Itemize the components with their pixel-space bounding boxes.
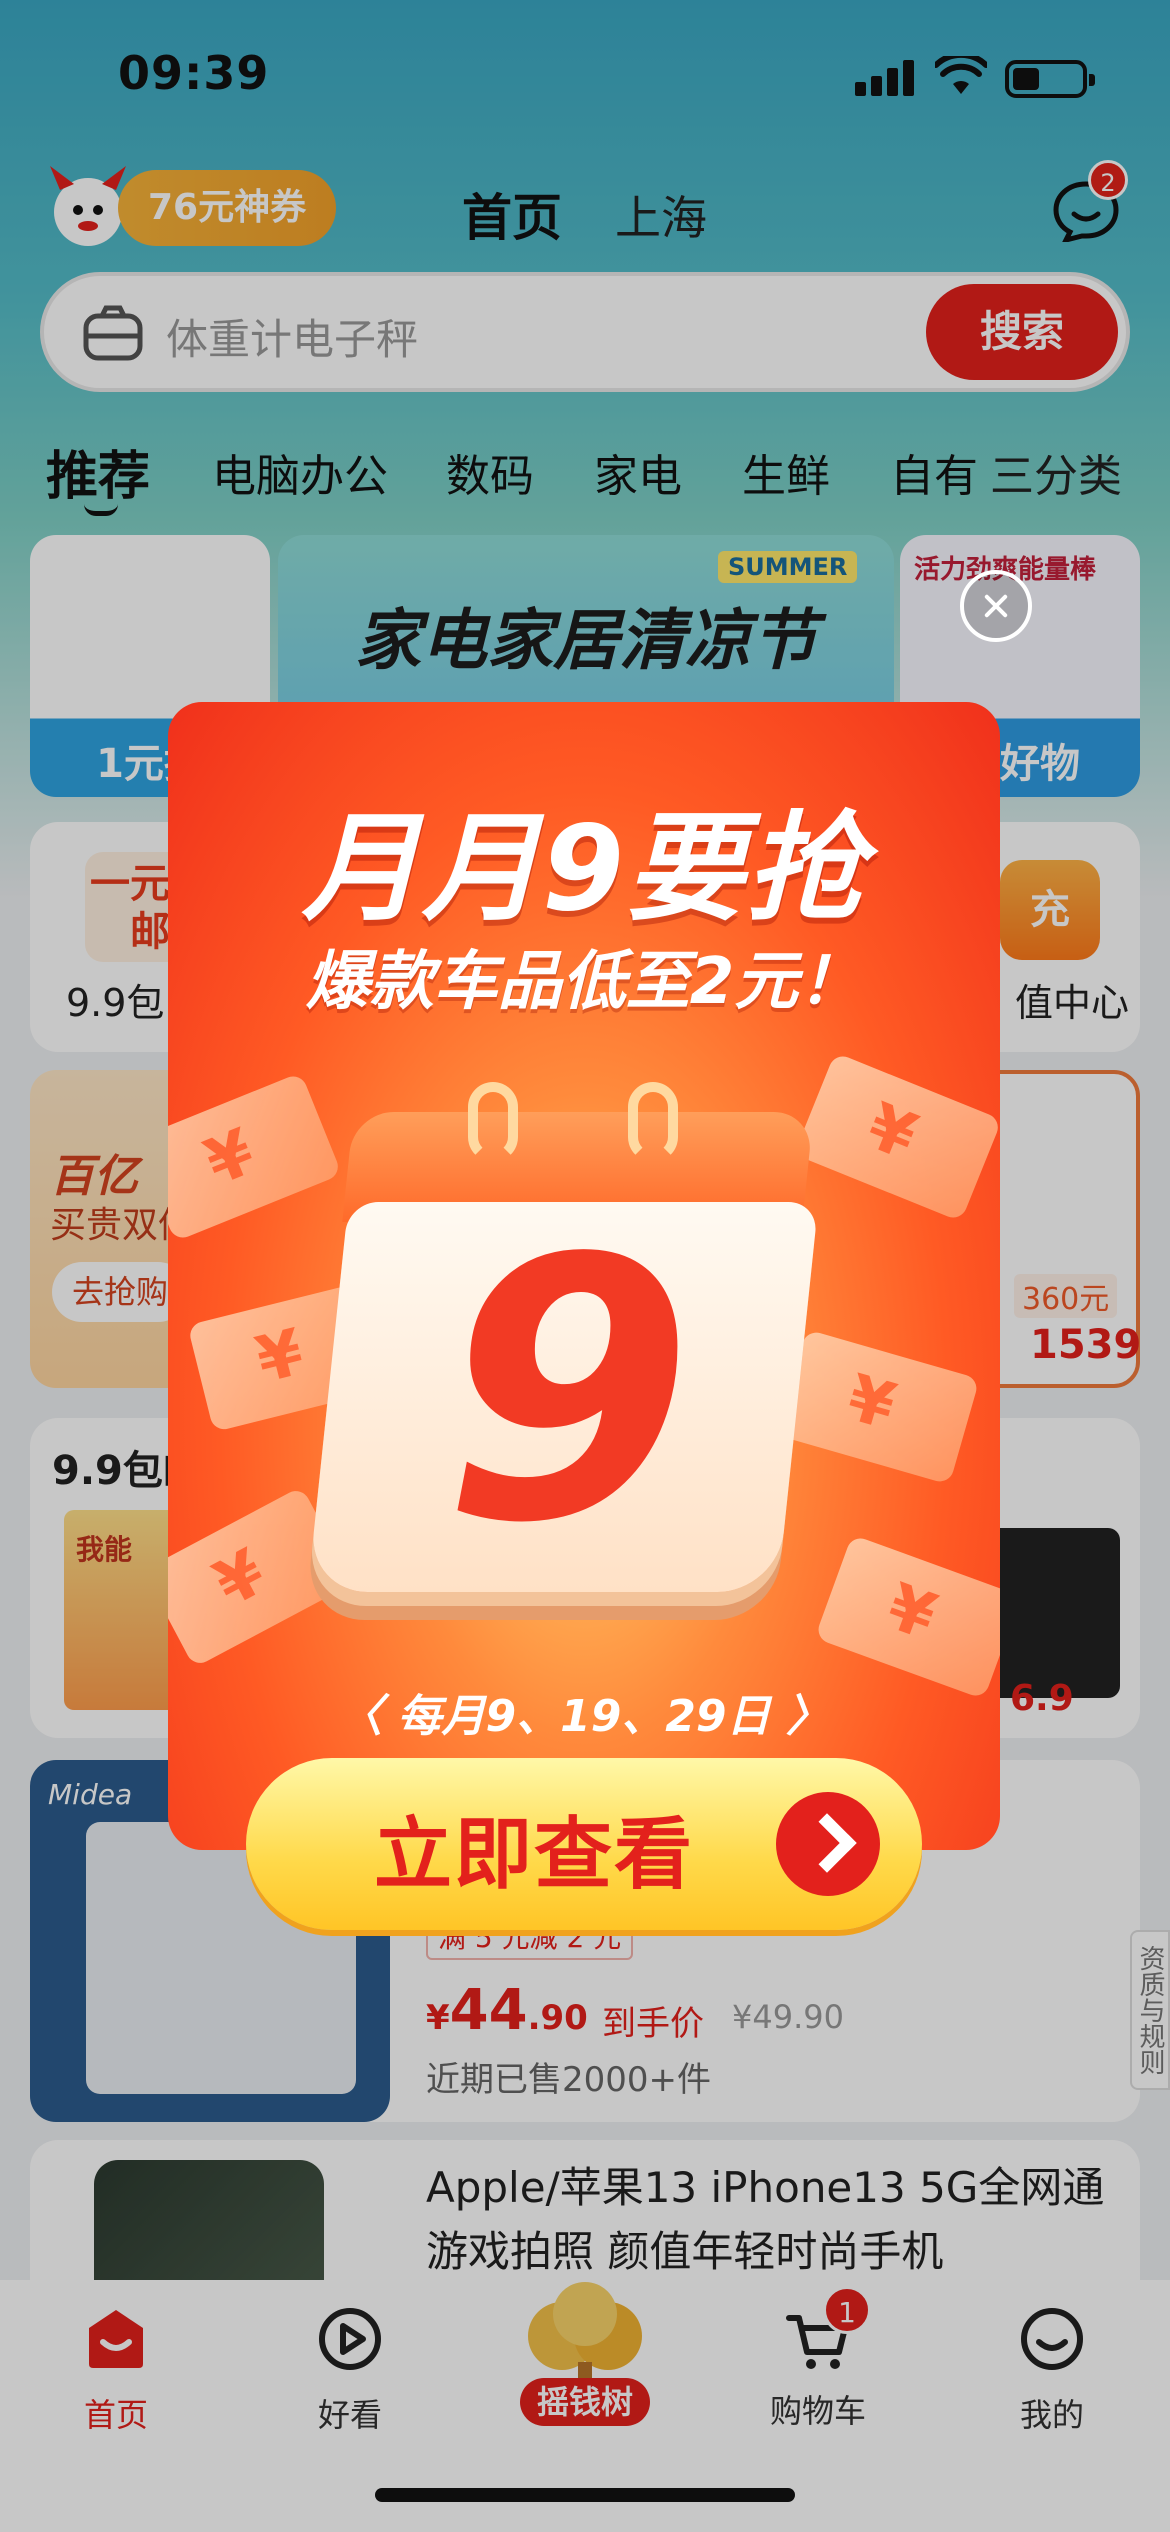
arrow-right-icon xyxy=(776,1792,880,1896)
popup-subtitle: 爆款车品低至2元！ xyxy=(305,945,863,1019)
coupon-ticket-decoration: ¥ xyxy=(814,1534,1000,1700)
calendar-ring xyxy=(628,1082,678,1162)
popup-title: 月月9要抢 xyxy=(301,799,867,937)
popup-dates: 〈 每月9、19、29日 〉 xyxy=(338,1691,830,1742)
calendar-illustration: 9 xyxy=(307,1062,828,1602)
coupon-ticket-decoration: ¥ xyxy=(168,1072,343,1242)
promo-popup[interactable]: 月月9要抢 爆款车品低至2元！ ¥ ¥ ¥ ¥ ¥ ¥ 9 〈 每月9、19、2… xyxy=(168,702,1000,1850)
calendar-ring xyxy=(468,1082,518,1162)
view-now-button[interactable]: 立即查看 xyxy=(246,1758,922,1930)
view-now-label: 立即查看 xyxy=(374,1810,695,1900)
popup-close-button[interactable] xyxy=(960,570,1032,642)
calendar-digit: 9 xyxy=(442,1182,694,1601)
